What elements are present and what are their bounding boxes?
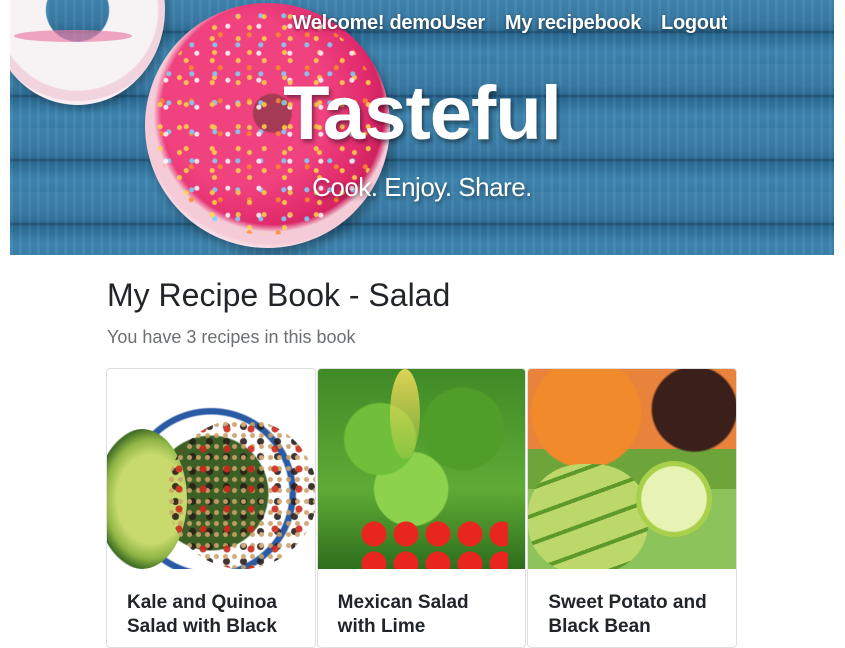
site-tagline: Cook. Enjoy. Share. (312, 172, 532, 202)
welcome-user-link[interactable]: Welcome! demoUser (293, 12, 486, 35)
tomato-pieces (357, 519, 508, 569)
salad-ingredients (167, 419, 315, 569)
avocado-slices (528, 464, 649, 569)
site-title: Tasteful (283, 71, 562, 156)
hero-banner: Welcome! demoUser My recipebook Logout T… (10, 0, 834, 255)
dressing-drizzle (389, 369, 420, 459)
lime-slice (636, 461, 713, 537)
recipe-card-list: Kale and Quinoa Salad with Black Mexican… (106, 368, 738, 648)
my-recipebook-link[interactable]: My recipebook (505, 12, 641, 35)
recipe-count-text: You have 3 recipes in this book (107, 327, 356, 347)
recipe-card[interactable]: Kale and Quinoa Salad with Black (106, 368, 316, 648)
recipe-card[interactable]: Sweet Potato and Black Bean (527, 368, 738, 648)
recipe-image-mexican-salad[interactable] (317, 369, 526, 569)
recipe-title[interactable]: Sweet Potato and Black Bean (528, 569, 736, 639)
recipe-image-kale-quinoa-salad[interactable] (107, 369, 315, 569)
top-nav: Welcome! demoUser My recipebook Logout (293, 12, 728, 35)
recipe-title[interactable]: Kale and Quinoa Salad with Black (107, 569, 315, 639)
recipe-title[interactable]: Mexican Salad with Lime (318, 569, 526, 639)
recipe-image-sweet-potato-salad[interactable] (528, 369, 737, 569)
page-title: My Recipe Book - Salad (107, 277, 451, 313)
recipe-card[interactable]: Mexican Salad with Lime (316, 368, 527, 648)
logout-link[interactable]: Logout (661, 12, 727, 35)
